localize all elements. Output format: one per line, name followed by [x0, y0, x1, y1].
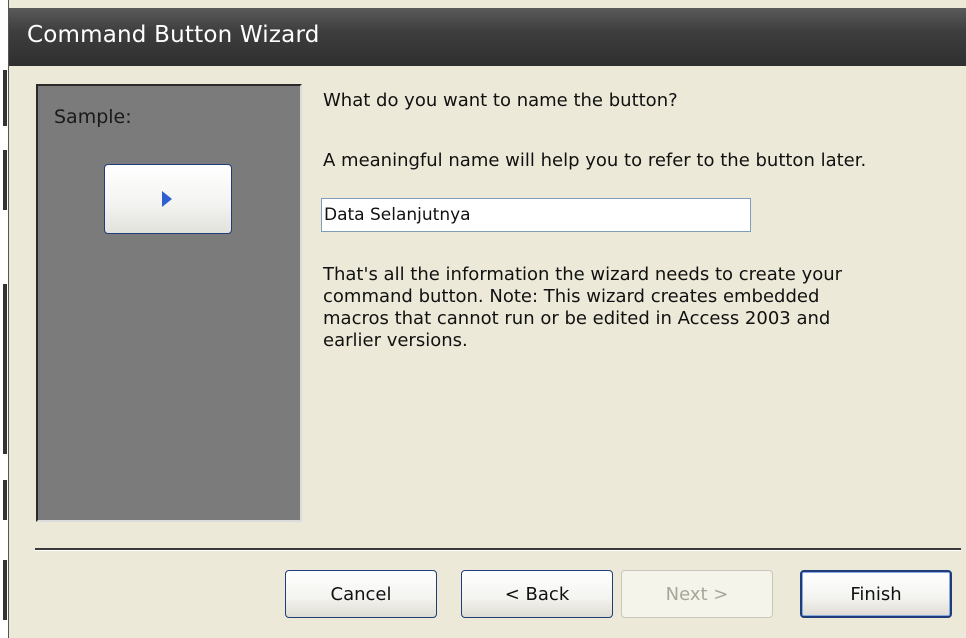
sample-panel: Sample:	[36, 84, 302, 522]
button-name-input[interactable]	[321, 198, 751, 232]
window-title: Command Button Wizard	[27, 22, 320, 48]
title-bar[interactable]: Command Button Wizard	[9, 8, 966, 66]
background-edge-mark	[3, 560, 7, 620]
background-edge-mark	[3, 480, 7, 520]
next-button[interactable]: Next >	[621, 570, 773, 618]
footer-divider	[35, 548, 961, 551]
play-arrow-icon	[162, 191, 172, 207]
question-text: What do you want to name the button?	[323, 90, 678, 111]
background-edge-mark	[3, 284, 7, 454]
sample-label: Sample:	[54, 106, 132, 128]
background-edge	[0, 0, 8, 638]
sample-button-preview	[104, 164, 232, 234]
wizard-dialog: Command Button Wizard Sample: What do yo…	[8, 0, 966, 638]
background-edge-mark	[3, 70, 7, 126]
hint-text: A meaningful name will help you to refer…	[323, 150, 867, 171]
background-edge-mark	[3, 150, 7, 210]
finish-button[interactable]: Finish	[800, 570, 952, 618]
cancel-button[interactable]: Cancel	[285, 570, 437, 618]
back-button[interactable]: < Back	[461, 570, 613, 618]
info-text: That's all the information the wizard ne…	[323, 264, 843, 351]
